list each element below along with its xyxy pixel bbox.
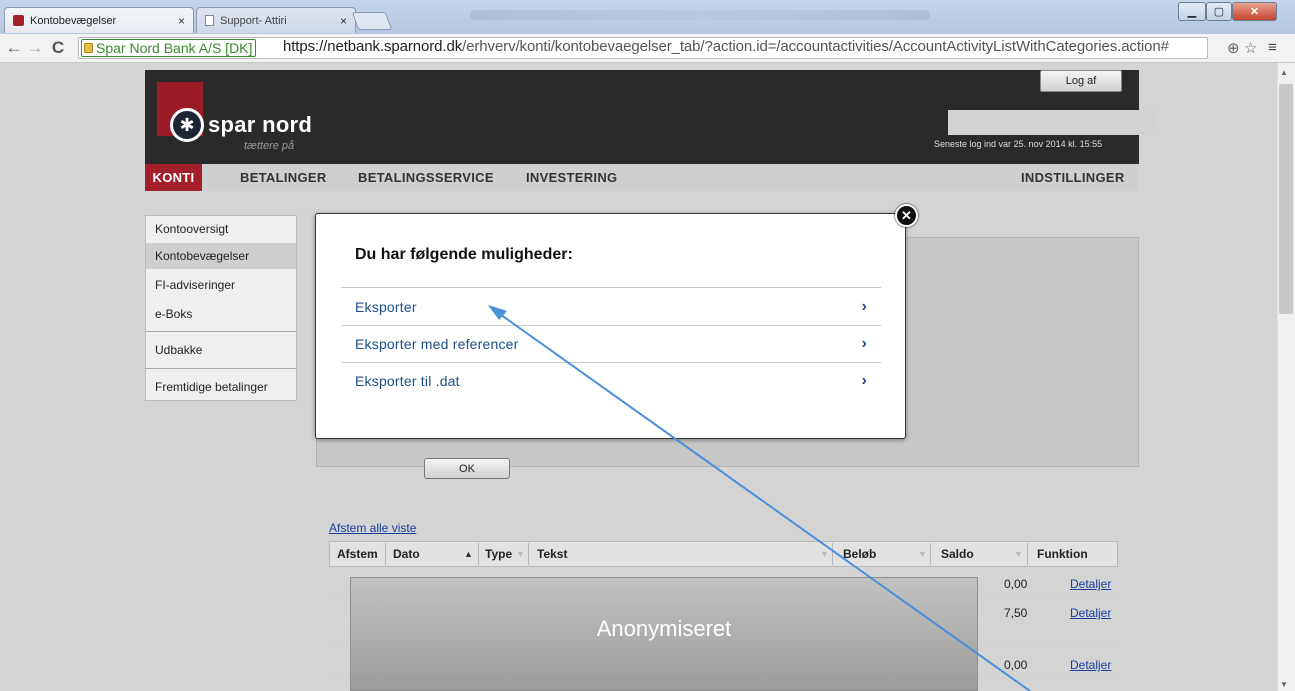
sort-icon[interactable]: ▼ <box>1014 541 1023 567</box>
logo-star-icon: ✱ <box>170 108 204 142</box>
scrollbar-thumb[interactable] <box>1279 84 1293 314</box>
sidebar-item-fremtidige-betalinger[interactable]: Fremtidige betalinger <box>146 374 296 400</box>
col-divider <box>832 543 833 565</box>
last-login-text: Seneste log ind var 25. nov 2014 kl. 15:… <box>934 139 1103 149</box>
tab-close-icon[interactable]: × <box>340 14 347 28</box>
detaljer-link[interactable]: Detaljer <box>1070 658 1111 672</box>
lock-icon <box>84 43 93 53</box>
col-divider <box>478 543 479 565</box>
option-eksporter-med-referencer[interactable]: Eksporter med referencer › <box>341 326 881 362</box>
url-host: netbank.sparnord.dk <box>327 38 463 55</box>
scroll-down-icon[interactable]: ▼ <box>1280 680 1288 689</box>
ok-button[interactable]: OK <box>424 458 510 479</box>
back-icon[interactable]: ← <box>5 38 23 58</box>
tab-support[interactable]: Support- Attiri × <box>196 7 356 33</box>
sparnord-favicon <box>13 15 24 26</box>
option-label: Eksporter <box>355 299 417 315</box>
logoff-button[interactable]: Log af <box>1040 70 1122 92</box>
sidebar-item-udbakke[interactable]: Udbakke <box>146 337 296 363</box>
modal-close-icon[interactable]: ✕ <box>895 204 918 227</box>
sort-icon[interactable]: ▼ <box>820 541 829 567</box>
table-header <box>329 541 1118 567</box>
secure-badge[interactable]: Spar Nord Bank A/S [DK] <box>81 39 257 57</box>
afstem-alle-link[interactable]: Afstem alle viste <box>329 521 416 535</box>
modal-title: Du har følgende muligheder: <box>355 246 573 263</box>
sidebar-divider <box>146 368 296 369</box>
nav-konti[interactable]: KONTI <box>145 164 202 191</box>
nav-betalinger[interactable]: BETALINGER <box>240 164 327 191</box>
saldo-value: 0,00 <box>1004 577 1028 591</box>
col-tekst[interactable]: Tekst <box>537 541 567 567</box>
nav-investering[interactable]: INVESTERING <box>526 164 617 191</box>
tab-close-icon[interactable]: × <box>178 14 185 28</box>
detaljer-link[interactable]: Detaljer <box>1070 606 1111 620</box>
col-dato[interactable]: Dato <box>393 541 420 567</box>
maximize-button[interactable]: ▢ <box>1206 2 1232 21</box>
sidebar-item-eboks[interactable]: e-Boks <box>146 301 296 327</box>
blurred-window-title <box>470 10 930 20</box>
col-divider <box>1027 543 1028 565</box>
sort-asc-icon[interactable]: ▲ <box>464 541 473 567</box>
url-path: /erhverv/konti/kontobevaegelser_tab/?act… <box>462 38 1169 55</box>
col-divider <box>930 543 931 565</box>
tab-title: Kontobevægelser <box>30 14 117 27</box>
anonymized-user-box <box>948 110 1155 135</box>
saldo-value: 0,00 <box>1004 658 1028 672</box>
new-tab-button[interactable] <box>351 12 393 30</box>
sidebar-divider <box>146 331 296 332</box>
tab-title: Support- Attiri <box>220 14 287 27</box>
col-saldo[interactable]: Saldo <box>941 541 974 567</box>
col-divider <box>528 543 529 565</box>
option-eksporter[interactable]: Eksporter › <box>341 289 881 325</box>
secure-label: Spar Nord Bank A/S [DK] <box>96 40 253 56</box>
col-funktion[interactable]: Funktion <box>1037 541 1088 567</box>
star-icon[interactable]: ☆ <box>1244 39 1257 57</box>
option-label: Eksporter til .dat <box>355 373 460 389</box>
saldo-value: 7,50 <box>1004 606 1028 620</box>
detaljer-link[interactable]: Detaljer <box>1070 577 1111 591</box>
page-icon <box>205 15 214 26</box>
zoom-icon[interactable]: ⊕ <box>1227 39 1240 57</box>
sort-icon[interactable]: ▼ <box>516 541 525 567</box>
col-afstem[interactable]: Afstem <box>337 541 378 567</box>
forward-icon[interactable]: → <box>26 38 44 58</box>
chevron-right-icon: › <box>861 298 867 315</box>
col-divider <box>385 543 386 565</box>
col-type[interactable]: Type <box>485 541 512 567</box>
reload-icon[interactable]: C <box>49 38 67 58</box>
chevron-right-icon: › <box>861 335 867 352</box>
scroll-up-icon[interactable]: ▲ <box>1280 68 1288 77</box>
col-belob[interactable]: Beløb <box>843 541 876 567</box>
sidebar-item-fi-adviseringer[interactable]: FI-adviseringer <box>146 272 296 298</box>
sidebar-item-kontobevaegelser[interactable]: Kontobevægelser <box>146 243 296 269</box>
chevron-right-icon: › <box>861 372 867 389</box>
nav-betalingsservice[interactable]: BETALINGSSERVICE <box>358 164 494 191</box>
logo-text: spar nord <box>208 112 313 137</box>
tab-kontobevaegelser[interactable]: Kontobevægelser × <box>4 7 194 33</box>
anonymized-label: Anonymiseret <box>596 616 732 641</box>
url-scheme: https:// <box>283 38 328 55</box>
option-label: Eksporter med referencer <box>355 336 519 352</box>
nav-indstillinger[interactable]: INDSTILLINGER <box>1021 164 1125 191</box>
option-eksporter-til-dat[interactable]: Eksporter til .dat › <box>341 363 881 399</box>
sidebar-item-kontooversigt[interactable]: Kontooversigt <box>146 216 296 242</box>
url-text[interactable]: https://netbank.sparnord.dk/erhverv/kont… <box>283 38 1169 55</box>
minimize-button[interactable]: ▁ <box>1178 2 1206 21</box>
menu-icon[interactable]: ≡ <box>1268 39 1277 56</box>
sort-icon[interactable]: ▼ <box>918 541 927 567</box>
logo-tagline: tættere på <box>244 140 295 152</box>
modal-divider <box>341 287 881 288</box>
window-close-button[interactable]: ✕ <box>1232 2 1277 21</box>
